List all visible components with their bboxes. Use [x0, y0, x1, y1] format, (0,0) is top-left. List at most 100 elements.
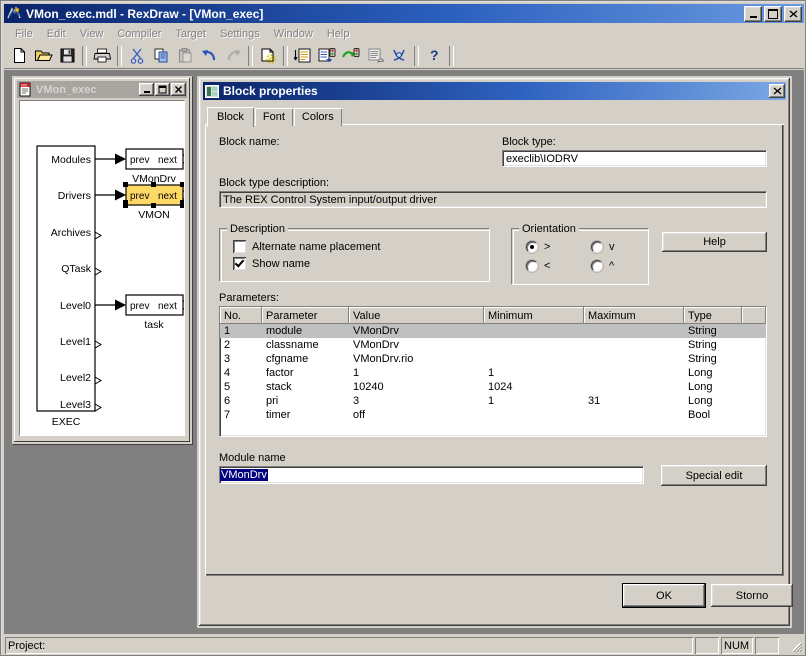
- toolbar: ?: [4, 43, 804, 69]
- copy-icon[interactable]: [149, 44, 173, 67]
- column-header-type[interactable]: Type: [684, 307, 742, 324]
- menu-bar: File Edit View Compiler Target Settings …: [4, 24, 804, 43]
- cut-scissors-icon[interactable]: [125, 44, 149, 67]
- svg-text:EXEC: EXEC: [52, 416, 81, 428]
- cell-parameter: timer: [266, 409, 291, 421]
- toolbar-separator: [117, 45, 122, 66]
- undo-arrow-icon[interactable]: [197, 44, 221, 67]
- maximize-button[interactable]: [764, 5, 782, 22]
- block-type-field[interactable]: execlib\IODRV: [502, 150, 767, 167]
- cell-value: VMonDrv: [353, 339, 399, 351]
- mdi-close-button[interactable]: [171, 83, 186, 96]
- table-row[interactable]: 5 stack 10240 1024 Long: [220, 380, 766, 394]
- column-header-value[interactable]: Value: [349, 307, 484, 324]
- parameters-list[interactable]: No. Parameter Value Minimum Maximum Type…: [219, 306, 767, 437]
- menu-item-edit[interactable]: Edit: [40, 26, 73, 42]
- paste-icon[interactable]: [173, 44, 197, 67]
- redo-arrow-icon[interactable]: [221, 44, 245, 67]
- svg-text:Archives: Archives: [51, 227, 91, 239]
- window-controls: [744, 5, 802, 22]
- svg-text:next: next: [158, 191, 177, 202]
- tab-colors[interactable]: Colors: [293, 108, 342, 126]
- table-row[interactable]: 1 module VMonDrv String: [220, 324, 766, 338]
- task-monitor-icon[interactable]: [363, 44, 387, 67]
- column-header-minimum[interactable]: Minimum: [484, 307, 584, 324]
- ok-button[interactable]: OK: [622, 583, 706, 608]
- diagnostics-icon[interactable]: [387, 44, 411, 67]
- download-target-icon[interactable]: [315, 44, 339, 67]
- special-edit-button[interactable]: Special edit: [661, 465, 767, 486]
- orientation-radio-left[interactable]: <: [526, 260, 550, 272]
- menu-item-window[interactable]: Window: [267, 26, 320, 42]
- menu-item-view[interactable]: View: [73, 26, 111, 42]
- resize-grip[interactable]: [789, 639, 803, 653]
- close-button[interactable]: [784, 5, 802, 22]
- mdi-minimize-button[interactable]: [139, 83, 154, 96]
- menu-item-target[interactable]: Target: [168, 26, 213, 42]
- block-type-description-field: The REX Control System input/output driv…: [219, 191, 767, 208]
- cell-no: 3: [224, 353, 231, 365]
- cell-no: 5: [224, 381, 231, 393]
- toolbar-separator: [82, 45, 87, 66]
- tab-block[interactable]: Block: [207, 107, 254, 127]
- svg-text:Modules: Modules: [51, 154, 91, 166]
- cell-type: String: [688, 353, 717, 365]
- save-disk-icon[interactable]: [55, 44, 79, 67]
- dialog-close-button[interactable]: [769, 84, 785, 98]
- mdi-child-window-vmon-exec[interactable]: MDL VMon_exec Modules Drivers Archives Q…: [12, 76, 192, 444]
- menu-item-help[interactable]: Help: [320, 26, 357, 42]
- toolbar-separator: [414, 45, 419, 66]
- table-row[interactable]: 3 cfgname VMonDrv.rio String: [220, 352, 766, 366]
- svg-text:?: ?: [430, 47, 439, 63]
- status-scroll-indicator: [755, 637, 779, 654]
- tab-font[interactable]: Font: [254, 108, 293, 126]
- radio-dot: [591, 260, 603, 272]
- mdi-child-title: VMon_exec: [36, 83, 97, 96]
- column-header-maximum[interactable]: Maximum: [584, 307, 684, 324]
- block-type-label: Block type:: [502, 136, 556, 148]
- alternate-name-placement-checkbox[interactable]: Alternate name placement: [233, 240, 380, 253]
- help-button[interactable]: Help: [662, 232, 767, 252]
- parameters-label: Parameters:: [219, 292, 279, 304]
- mdi-child-controls: [139, 83, 186, 96]
- toolbar-separator: [248, 45, 253, 66]
- cell-minimum: 1: [488, 367, 495, 379]
- block-diagram-canvas[interactable]: Modules Drivers Archives QTask Level0 Le…: [19, 100, 185, 436]
- table-row[interactable]: 2 classname VMonDrv String: [220, 338, 766, 352]
- status-caps-indicator: [695, 637, 719, 654]
- print-icon[interactable]: [90, 44, 114, 67]
- cell-type: String: [688, 339, 717, 351]
- column-header-spacer[interactable]: [742, 307, 766, 324]
- module-name-input[interactable]: VMonDrv: [219, 466, 644, 484]
- table-row[interactable]: 4 factor 1 1 Long: [220, 366, 766, 380]
- alternate-name-placement-label: Alternate name placement: [252, 240, 381, 253]
- orientation-radio-down[interactable]: v: [591, 241, 615, 253]
- orientation-radio-right[interactable]: >: [526, 241, 550, 253]
- open-folder-icon[interactable]: [31, 44, 55, 67]
- menu-item-file[interactable]: File: [8, 26, 40, 42]
- mdi-maximize-button[interactable]: [155, 83, 170, 96]
- dialog-title: Block properties: [223, 84, 318, 98]
- minimize-button[interactable]: [744, 5, 762, 22]
- menu-item-settings[interactable]: Settings: [213, 26, 267, 42]
- rexdraw-app-icon: [6, 6, 22, 21]
- cell-parameter: module: [266, 325, 303, 337]
- cell-value: VMonDrv.rio: [353, 353, 414, 365]
- column-header-parameter[interactable]: Parameter: [262, 307, 349, 324]
- column-header-no[interactable]: No.: [220, 307, 262, 324]
- menu-item-compiler[interactable]: Compiler: [110, 26, 168, 42]
- cell-minimum: 1: [488, 395, 495, 407]
- download-document-icon[interactable]: [291, 44, 315, 67]
- orientation-group-title: Orientation: [519, 223, 579, 235]
- cell-no: 4: [224, 367, 231, 379]
- table-row[interactable]: 7 timer off Bool: [220, 408, 766, 422]
- new-file-icon[interactable]: [7, 44, 31, 67]
- orientation-radio-up[interactable]: ^: [591, 260, 614, 272]
- block-properties-dialog[interactable]: Block properties Block Font Colors Block…: [197, 76, 793, 628]
- show-name-checkbox[interactable]: Show name: [233, 257, 310, 270]
- compile-icon[interactable]: [256, 44, 280, 67]
- cancel-button[interactable]: Storno: [711, 584, 793, 607]
- connect-target-icon[interactable]: [339, 44, 363, 67]
- table-row[interactable]: 6 pri 3 1 31 Long: [220, 394, 766, 408]
- help-question-icon[interactable]: ?: [422, 44, 446, 67]
